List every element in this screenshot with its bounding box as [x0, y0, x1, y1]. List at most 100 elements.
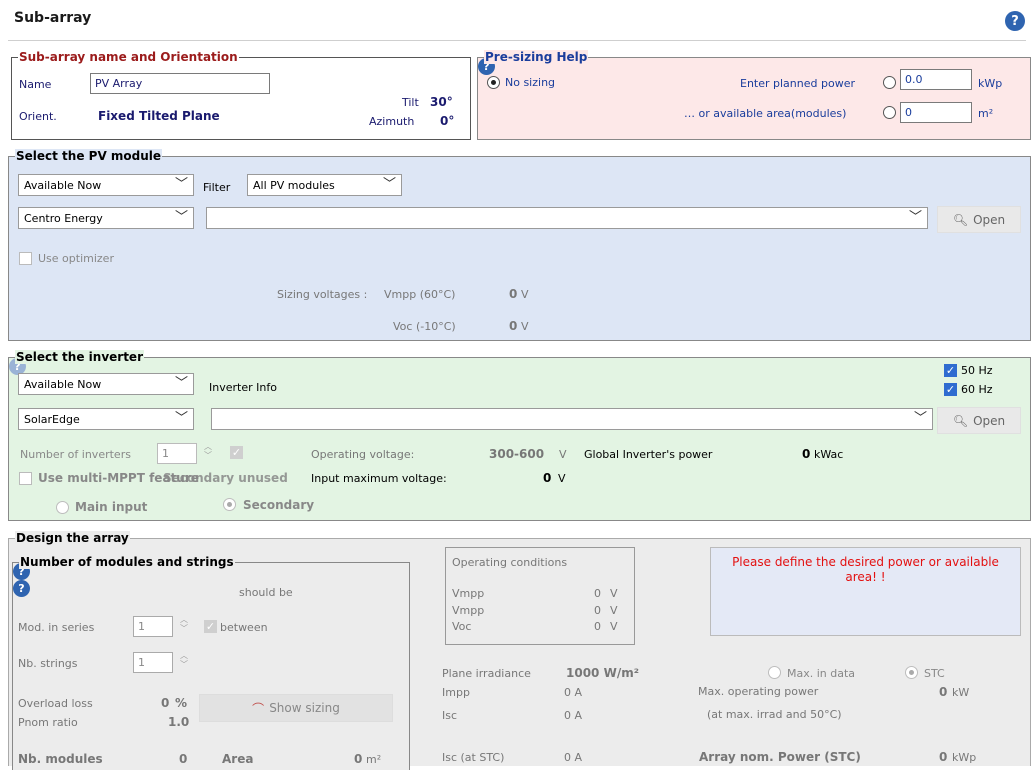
between-checkbox[interactable]: ✓ [204, 620, 217, 633]
name-label: Name [19, 78, 52, 91]
irradiance-label: Plane irradiance [442, 667, 531, 680]
presizing-group: Pre-sizing Help No sizing Enter planned … [477, 50, 1031, 140]
hz50-label: 50 Hz [961, 364, 993, 377]
nom-power-unit: kWp [952, 751, 977, 764]
inverter-open-button[interactable]: 🔍︎ Open [937, 407, 1021, 434]
chart-icon: ⌒ [252, 701, 265, 716]
help-icon[interactable]: ? [1005, 11, 1025, 31]
mod-series-input[interactable]: 1 [133, 616, 173, 637]
pv-filter-value: All PV modules [253, 179, 335, 192]
irradiance-value: 1000 W/m² [566, 666, 639, 680]
azimuth-value: 0° [440, 114, 455, 128]
show-sizing-button[interactable]: ⌒ Show sizing [199, 694, 393, 722]
no-sizing-radio[interactable] [487, 76, 500, 89]
vmpp-label: Vmpp (60°C) [384, 288, 456, 301]
main-input-label: Main input [75, 500, 148, 514]
op-voltage-value: 300-600 [489, 447, 545, 461]
global-power-unit: kWac [814, 448, 844, 461]
vmpp-unit: V [521, 288, 529, 301]
mod-series-stepper[interactable]: ︿ ﹀ [178, 615, 190, 635]
max-op-note: (at max. irrad and 50°C) [707, 708, 842, 721]
show-sizing-label: Show sizing [269, 701, 340, 715]
nb-modules-label: Nb. modules [18, 752, 103, 766]
hz60-checkbox[interactable]: ✓ [944, 383, 957, 396]
pv-availability-select[interactable]: Available Now ﹀ [18, 174, 194, 196]
orient-value: Fixed Tilted Plane [98, 109, 220, 123]
pv-module-legend: Select the PV module [15, 149, 163, 163]
chevron-down-icon: ﹀ [174, 376, 188, 391]
chevron-down-icon: ﹀ [382, 177, 396, 192]
secondary-radio[interactable] [223, 498, 236, 511]
inverter-info-label: Inverter Info [209, 381, 277, 394]
sizing-help-icon[interactable]: ? [13, 580, 30, 597]
pv-manufacturer-select[interactable]: Centro Energy ﹀ [18, 207, 194, 229]
pv-filter-select[interactable]: All PV modules ﹀ [247, 174, 402, 196]
nms-group: Number of modules and strings should be … [12, 555, 410, 770]
area-input[interactable]: 0 [900, 102, 972, 123]
planned-power-input[interactable]: 0.0 [900, 69, 972, 90]
voc-label: Voc (-10°C) [393, 320, 456, 333]
inverter-model-select[interactable]: ﹀ [211, 408, 933, 430]
use-optimizer-checkbox[interactable] [19, 252, 32, 265]
area-unit: m² [366, 753, 382, 766]
use-optimizer-label: Use optimizer [38, 252, 114, 265]
global-power-value: 0 [802, 447, 811, 461]
overload-label: Overload loss [18, 697, 93, 710]
inverter-legend: Select the inverter [15, 350, 144, 364]
page-title: Sub-array [14, 10, 92, 26]
inverter-open-label: Open [973, 413, 1006, 428]
max-in-data-radio[interactable] [768, 666, 781, 679]
nb-strings-stepper[interactable]: ︿ ﹀ [178, 651, 190, 671]
multi-mppt-checkbox[interactable] [19, 472, 32, 485]
azimuth-label: Azimuth [369, 115, 415, 128]
inverter-availability-select[interactable]: Available Now ﹀ [18, 373, 194, 395]
hz50-checkbox[interactable]: ✓ [944, 364, 957, 377]
inverter-availability-value: Available Now [24, 378, 102, 391]
pv-open-label: Open [973, 212, 1006, 227]
voc-unit: V [521, 320, 529, 333]
main-input-radio[interactable] [56, 501, 69, 514]
pv-model-select[interactable]: ﹀ [206, 207, 928, 229]
area-radio[interactable] [883, 106, 896, 119]
stc-radio[interactable] [905, 666, 918, 679]
max-op-label: Max. operating power [698, 685, 819, 698]
impp-value: 0 A [564, 686, 583, 699]
subarray-group: Sub-array name and Orientation Name PV A… [11, 50, 471, 140]
divider [8, 40, 1026, 41]
message-text: Please define the desired power or avail… [732, 555, 999, 584]
nb-strings-input[interactable]: 1 [133, 652, 173, 673]
area-label: Area [222, 752, 254, 766]
nb-inverters-stepper[interactable]: ︿ ﹀ [202, 442, 214, 462]
opcond-row-label: Vmpp [452, 587, 485, 600]
mod-series-label: Mod. in series [18, 621, 95, 634]
opcond-row-value: 0 [594, 604, 601, 617]
area-unit: m² [978, 107, 994, 120]
pv-module-group: Select the PV module Available Now ﹀ Filt… [8, 149, 1031, 341]
secondary-unused-label: Secondary unused [163, 471, 288, 485]
voc-value: 0 [509, 319, 518, 333]
stc-label: STC [924, 667, 945, 680]
search-icon: 🔍︎ [952, 212, 969, 227]
impp-label: Impp [442, 686, 470, 699]
nb-strings-label: Nb. strings [18, 657, 78, 670]
inverter-manufacturer-select[interactable]: SolarEdge ﹀ [18, 408, 194, 430]
nms-legend: Number of modules and strings [19, 555, 235, 569]
name-input[interactable]: PV Array [90, 73, 270, 94]
hz60-label: 60 Hz [961, 383, 993, 396]
op-voltage-label: Operating voltage: [311, 448, 415, 461]
secondary-label: Secondary [243, 498, 315, 512]
should-be-label: should be [239, 586, 293, 599]
pv-availability-value: Available Now [24, 179, 102, 192]
overload-value: 0 [161, 696, 170, 710]
nb-inverters-checkbox[interactable]: ✓ [230, 446, 243, 459]
nb-inverters-input[interactable]: 1 [157, 443, 197, 464]
planned-power-radio[interactable] [883, 76, 896, 89]
chevron-down-icon: ﹀ [908, 210, 922, 225]
max-op-unit: kW [952, 686, 970, 699]
no-sizing-label: No sizing [505, 76, 556, 89]
opcond-row-value: 0 [594, 587, 601, 600]
search-icon: 🔍︎ [952, 413, 969, 428]
pnom-label: Pnom ratio [18, 716, 78, 729]
pv-open-button[interactable]: 🔍︎ Open [937, 206, 1021, 233]
planned-power-label: Enter planned power [740, 77, 855, 90]
